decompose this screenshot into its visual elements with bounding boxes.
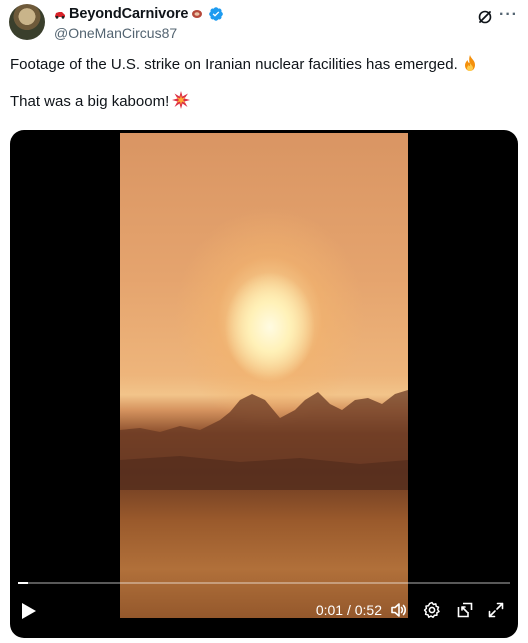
tweet-line-2-text: That was a big kaboom! (10, 93, 170, 110)
tweet-line-2: That was a big kaboom! (10, 91, 520, 112)
meat-icon (192, 10, 203, 18)
author-handle[interactable]: @OneManCircus87 (54, 25, 177, 41)
tweet-header: BeyondCarnivore @OneManCircus87 ··· (54, 4, 528, 44)
play-icon[interactable] (21, 602, 37, 620)
volume-icon[interactable] (390, 601, 408, 619)
sports-car-icon (55, 12, 65, 19)
tweet-line-1: Footage of the U.S. strike on Iranian nu… (10, 54, 520, 75)
fire-emoji-icon (464, 55, 475, 71)
video-progress-fill (18, 582, 28, 584)
verified-badge-icon[interactable] (208, 6, 224, 22)
expand-icon[interactable] (487, 601, 505, 619)
tweet-text: Footage of the U.S. strike on Iranian nu… (10, 54, 520, 112)
author-display-name[interactable]: BeyondCarnivore (69, 6, 188, 22)
video-frame-treeline (120, 390, 408, 490)
video-player[interactable]: 0:01 / 0:52 (10, 130, 518, 638)
picture-in-picture-icon[interactable] (456, 601, 474, 619)
more-icon[interactable]: ··· (499, 7, 518, 23)
gear-icon[interactable] (423, 601, 441, 619)
grok-icon[interactable] (477, 9, 493, 25)
author-name-row[interactable]: BeyondCarnivore (54, 6, 224, 22)
tweet-line-1-text: Footage of the U.S. strike on Iranian nu… (10, 56, 458, 73)
avatar[interactable] (9, 4, 45, 40)
collision-emoji-icon (172, 91, 191, 109)
video-controls: 0:01 / 0:52 (10, 580, 518, 638)
video-progress-bar[interactable] (18, 582, 510, 584)
video-time: 0:01 / 0:52 (315, 602, 382, 618)
